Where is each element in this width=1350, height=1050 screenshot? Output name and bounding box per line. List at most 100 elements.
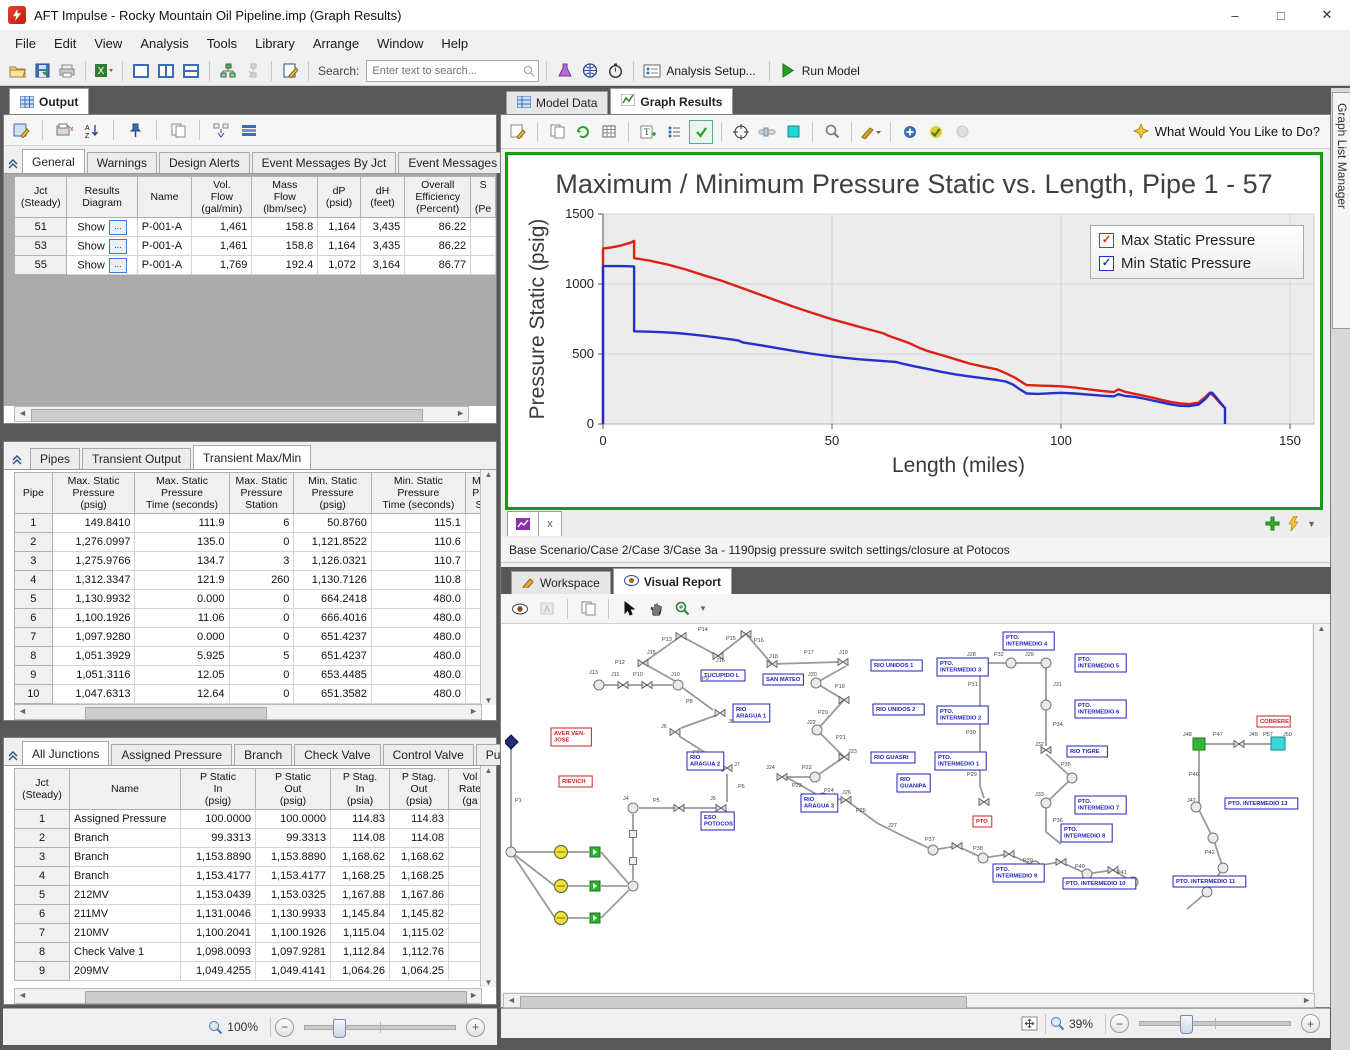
refresh-icon[interactable]	[572, 121, 594, 143]
column-header[interactable]: Max. Static Pressure Station	[229, 473, 294, 514]
legend-list-icon[interactable]	[663, 121, 685, 143]
graph-list-manager-tab[interactable]: Graph List Manager	[1332, 92, 1350, 329]
diagram-vlv-marker[interactable]	[642, 682, 652, 689]
legend-checkbox[interactable]: ✓	[1099, 256, 1114, 271]
tab-all-junctions[interactable]: All Junctions	[22, 741, 109, 765]
column-header[interactable]: P Static Out (psig)	[256, 769, 331, 810]
diagram-vlv-marker[interactable]	[1056, 859, 1066, 866]
tab-visual-report[interactable]: Visual Report	[613, 568, 732, 594]
diagram-vlv-marker[interactable]	[741, 631, 751, 638]
zoom-slider-thumb[interactable]	[1180, 1015, 1193, 1034]
diagram-vlv-marker[interactable]	[716, 805, 726, 812]
diagram-cir-marker[interactable]	[673, 680, 683, 690]
scroll-right-arrow[interactable]: ►	[469, 990, 478, 1000]
diagram-vlv-marker[interactable]	[1234, 741, 1244, 748]
menu-item-analysis[interactable]: Analysis	[131, 32, 197, 55]
pipe-segment[interactable]	[511, 852, 555, 886]
pipe-segment[interactable]	[1046, 807, 1061, 844]
menu-item-file[interactable]: File	[6, 32, 45, 55]
tab-pipes[interactable]: Pipes	[30, 448, 80, 469]
notes-icon[interactable]	[279, 60, 301, 82]
scenario-tree-icon[interactable]	[242, 60, 264, 82]
menu-item-window[interactable]: Window	[368, 32, 432, 55]
copy-graph-icon[interactable]	[546, 121, 568, 143]
search-input[interactable]	[366, 60, 539, 82]
diagram-vlv-marker[interactable]	[715, 710, 725, 717]
diagram-cir-marker[interactable]	[928, 845, 938, 855]
diagram-vlv-marker[interactable]	[674, 805, 684, 812]
open-icon[interactable]	[6, 60, 28, 82]
layout-horizontal-icon[interactable]	[180, 60, 202, 82]
legend-entry[interactable]: ✓Min Static Pressure	[1099, 255, 1295, 272]
fit-view-icon[interactable]	[1019, 1013, 1041, 1035]
run-model-icon[interactable]	[777, 60, 799, 82]
diagram-gsq-marker[interactable]	[1193, 738, 1205, 750]
h-scrollbar-thumb[interactable]	[85, 991, 467, 1004]
results-diagram-button[interactable]: ...	[109, 239, 127, 254]
column-header[interactable]: Max. Static Pressure (psig)	[52, 473, 135, 514]
v-scrollbar[interactable]: ▲▼	[480, 470, 496, 705]
scroll-right-arrow[interactable]: ►	[1302, 995, 1311, 1005]
diagram-csq-marker[interactable]	[1271, 737, 1285, 750]
diagram-vlv-marker[interactable]	[618, 682, 628, 689]
workspace-tree-icon[interactable]	[217, 60, 239, 82]
diagram-vlv-marker[interactable]	[838, 659, 848, 666]
format-pen-icon[interactable]	[860, 121, 882, 143]
menu-item-help[interactable]: Help	[432, 32, 477, 55]
column-header[interactable]: Mass Flow (lbm/sec)	[252, 177, 318, 218]
column-header[interactable]: Name	[70, 769, 181, 810]
column-header[interactable]: Jct (Steady)	[15, 177, 67, 218]
menu-item-arrange[interactable]: Arrange	[304, 32, 368, 55]
zoom-dropdown-caret[interactable]: ▼	[699, 604, 707, 613]
diagram-vlv-marker[interactable]	[777, 774, 787, 781]
diagram-v-scrollbar[interactable]: ▲	[1313, 624, 1329, 992]
diagram-cir-marker[interactable]	[628, 803, 638, 813]
diagram-vlv-marker[interactable]	[638, 660, 648, 667]
diagram-vlv-marker[interactable]	[839, 697, 849, 704]
diagram-cir-marker[interactable]	[811, 678, 821, 688]
diagram-cir-marker[interactable]	[1202, 887, 1212, 897]
layout-vertical-icon[interactable]	[155, 60, 177, 82]
column-header[interactable]: Name	[137, 177, 192, 218]
diagram-cir-marker[interactable]	[1208, 833, 1218, 843]
diagram-sq-marker[interactable]	[630, 858, 637, 865]
copy-diagram-icon[interactable]	[577, 598, 599, 620]
results-diagram-button[interactable]: ...	[109, 258, 127, 273]
diagram-cir-marker[interactable]	[594, 680, 604, 690]
show-check-icon[interactable]	[689, 120, 713, 144]
diagram-cir-marker[interactable]	[1218, 863, 1228, 873]
tab-transient-output[interactable]: Transient Output	[82, 448, 191, 469]
pan-hand-icon[interactable]	[645, 598, 667, 620]
scroll-left-arrow[interactable]: ◄	[18, 706, 27, 716]
scroll-left-arrow[interactable]: ◄	[507, 995, 516, 1005]
diagram-cir-marker[interactable]	[810, 772, 820, 782]
tab-output[interactable]: Output	[9, 88, 89, 114]
mesh-icon[interactable]	[579, 60, 601, 82]
slider-widget-icon[interactable]	[756, 121, 778, 143]
diagram-vlv-marker[interactable]	[670, 729, 680, 736]
zoom-out-button[interactable]: −	[1110, 1014, 1129, 1033]
update-graph-icon[interactable]	[925, 121, 947, 143]
pin-icon[interactable]	[124, 119, 146, 141]
zoom-graph-icon[interactable]	[821, 121, 843, 143]
column-header[interactable]: Pipe	[15, 473, 53, 514]
what-would-you-like-link[interactable]: What Would You Like to Do?	[1155, 124, 1320, 139]
visual-report-canvas[interactable]: ESOPOTOCOSRIOARAGUA 1RIOARAGUA 2RIOARAGU…	[501, 624, 1312, 992]
run-model-button[interactable]: Run Model	[802, 64, 860, 78]
diagram-dia-marker[interactable]	[505, 735, 518, 749]
grid-data-icon[interactable]	[598, 121, 620, 143]
analysis-setup-icon[interactable]	[641, 60, 663, 82]
diagram-vlv-marker[interactable]	[676, 633, 686, 640]
pipe-segment[interactable]	[601, 852, 629, 884]
zoom-out-button[interactable]: −	[275, 1018, 294, 1037]
diagram-cir-marker[interactable]	[1067, 773, 1077, 783]
column-header[interactable]: dH (feet)	[360, 177, 404, 218]
print-icon[interactable]	[56, 60, 78, 82]
column-header[interactable]: Min. Static Pressure (psig)	[294, 473, 371, 514]
column-header[interactable]: Results Diagram	[67, 177, 137, 218]
collapse-chevron-icon[interactable]	[8, 747, 18, 765]
diagram-cir-marker[interactable]	[1006, 658, 1016, 668]
pipe-segment[interactable]	[681, 715, 717, 728]
h-scrollbar-thumb[interactable]	[85, 707, 267, 720]
zoom-slider[interactable]	[304, 1025, 456, 1030]
